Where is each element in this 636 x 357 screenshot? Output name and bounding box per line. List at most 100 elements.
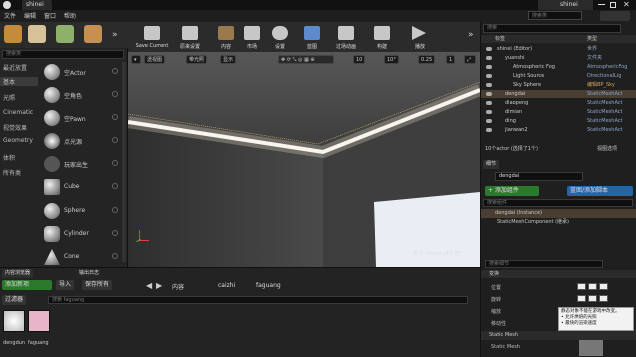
category-lights[interactable]: 光照	[3, 93, 15, 102]
breadcrumb-content[interactable]: 内容	[172, 282, 184, 291]
rotation-y-field[interactable]	[588, 295, 597, 302]
foliage-mode-icon[interactable]	[84, 25, 102, 43]
visibility-eye-icon[interactable]	[486, 119, 492, 123]
camera-speed-value[interactable]: 1	[446, 55, 456, 64]
category-visual-effects[interactable]: 视觉效果	[3, 123, 27, 132]
cinematics-button[interactable]: 过场动画	[326, 24, 366, 52]
category-geometry[interactable]: Geometry	[3, 137, 33, 144]
asset-thumbnail[interactable]	[28, 310, 50, 332]
build-button[interactable]: 构建	[362, 24, 402, 52]
filters-button[interactable]: 过滤器	[2, 295, 27, 305]
show-button[interactable]: 显示	[220, 55, 237, 64]
visibility-eye-icon[interactable]	[486, 128, 492, 132]
rotation-snap-value[interactable]: 10°	[384, 55, 399, 64]
landscape-mode-icon[interactable]	[56, 25, 74, 43]
asset-search-input[interactable]: 搜索 faguang	[48, 296, 468, 304]
add-component-button[interactable]: + 添加组件	[485, 186, 539, 196]
help-icon[interactable]	[112, 160, 118, 166]
outliner-row[interactable]: yuanshi 文件夹	[481, 54, 636, 62]
actor-item[interactable]: 空角色	[40, 85, 120, 107]
back-arrow-icon[interactable]: ◀	[146, 281, 152, 290]
help-icon[interactable]	[112, 230, 118, 236]
perspective-button[interactable]: 透视图	[144, 55, 166, 64]
menu-window[interactable]: 窗口	[44, 11, 56, 20]
grid-snap-value[interactable]: 10	[353, 55, 366, 64]
tab-details[interactable]: 细节	[483, 160, 500, 169]
import-button[interactable]: 导入	[56, 280, 75, 290]
visibility-eye-icon[interactable]	[486, 101, 492, 105]
help-icon[interactable]	[112, 253, 118, 259]
save-current-button[interactable]: Save Current	[132, 24, 172, 52]
actor-item[interactable]: 空Actor	[40, 62, 120, 84]
actor-item[interactable]: Cone	[40, 247, 120, 269]
panel-scrollbar[interactable]	[122, 62, 126, 262]
category-volumes[interactable]: 体积	[3, 153, 15, 162]
help-icon[interactable]	[112, 183, 118, 189]
expand-chevron-icon[interactable]: »	[112, 30, 118, 40]
source-control-icon[interactable]	[600, 11, 630, 21]
level-viewport[interactable]: ▾ 透视图 带光照 显示 ✥ ⟳ ⤡ ◎ ▦ ⊕ 10 10° 0.25 1 ⤢…	[128, 52, 480, 267]
outliner-row[interactable]: dimian StaticMeshAct	[481, 108, 636, 116]
location-y-field[interactable]	[588, 283, 597, 290]
category-basic[interactable]: 基本	[0, 77, 38, 86]
actor-name-field[interactable]: dengdai	[495, 172, 583, 181]
menu-file[interactable]: 文件	[4, 11, 16, 20]
help-icon[interactable]	[112, 114, 118, 120]
visibility-eye-icon[interactable]	[486, 74, 492, 78]
details-search-input[interactable]: 搜索细节	[485, 260, 603, 268]
maximize-button[interactable]	[610, 2, 616, 8]
outliner-search-input[interactable]: 搜索	[483, 24, 621, 33]
location-x-field[interactable]	[577, 283, 586, 290]
category-cinematic[interactable]: Cinematic	[3, 109, 33, 116]
viewport-options-button[interactable]: ▾	[131, 55, 141, 64]
outliner-row[interactable]: ding StaticMeshAct	[481, 117, 636, 125]
breadcrumb-caizhi[interactable]: caizhi	[218, 282, 235, 289]
component-search-input[interactable]: 搜索组件	[483, 199, 633, 207]
level-tab[interactable]: shinei	[22, 0, 52, 10]
tab-output-log[interactable]: 输出日志	[76, 269, 103, 278]
outliner-row[interactable]: dengdai StaticMeshAct	[481, 90, 636, 98]
source-control-button[interactable]: 原来设置	[170, 24, 210, 52]
class-search-input[interactable]: 搜索类	[2, 50, 124, 59]
component-row[interactable]: StaticMeshComponent (继承)	[481, 218, 636, 244]
close-button[interactable]: ✕	[623, 0, 633, 10]
rotation-x-field[interactable]	[577, 295, 586, 302]
visibility-eye-icon[interactable]	[486, 65, 492, 69]
view-options-button[interactable]: 视图选项	[597, 145, 617, 152]
visibility-eye-icon[interactable]	[486, 47, 492, 51]
play-button[interactable]: 播放	[400, 24, 440, 52]
menu-help[interactable]: 帮助	[64, 11, 76, 20]
visibility-eye-icon[interactable]	[486, 110, 492, 114]
breadcrumb-faguang[interactable]: faguang	[256, 282, 281, 289]
place-mode-icon[interactable]	[4, 25, 22, 43]
category-all-classes[interactable]: 所有类	[3, 168, 21, 177]
header-type[interactable]: 类型	[587, 35, 597, 43]
location-z-field[interactable]	[599, 283, 608, 290]
header-label[interactable]: 标签	[495, 35, 505, 43]
rotation-z-field[interactable]	[599, 295, 608, 302]
help-icon[interactable]	[112, 207, 118, 213]
visibility-eye-icon[interactable]	[486, 56, 492, 60]
static-mesh-thumbnail[interactable]	[579, 340, 603, 356]
outliner-row[interactable]: Sky Sphere 编辑BP_Sky	[481, 81, 636, 89]
transform-tools[interactable]: ✥ ⟳ ⤡ ◎ ▦ ⊕	[278, 55, 334, 64]
expand-chevron-icon[interactable]: »	[468, 30, 474, 40]
visibility-eye-icon[interactable]	[486, 83, 492, 87]
actor-item[interactable]: 玩家出生	[40, 154, 120, 176]
add-new-button[interactable]: 添加新项	[2, 280, 52, 290]
outliner-row[interactable]: shinei (Editor) 世界	[481, 45, 636, 53]
help-icon[interactable]	[112, 91, 118, 97]
maximize-viewport-button[interactable]: ⤢	[464, 55, 476, 64]
actor-item[interactable]: Cube	[40, 177, 120, 199]
visibility-eye-icon[interactable]	[486, 92, 492, 96]
scale-snap-value[interactable]: 0.25	[418, 55, 436, 64]
outliner-row[interactable]: jianwan2 StaticMeshAct	[481, 126, 636, 134]
transform-section[interactable]: 变换	[481, 270, 636, 278]
menu-edit[interactable]: 编辑	[24, 11, 36, 20]
asset-thumbnail[interactable]	[3, 310, 25, 332]
actor-item[interactable]: 空Pawn	[40, 108, 120, 130]
minimize-button[interactable]	[598, 4, 605, 5]
blueprint-script-button[interactable]: 蓝图/添加脚本	[567, 186, 633, 196]
save-all-button[interactable]: 保存所有	[82, 280, 113, 290]
instance-row[interactable]: dengdai (Instance)	[481, 209, 636, 218]
